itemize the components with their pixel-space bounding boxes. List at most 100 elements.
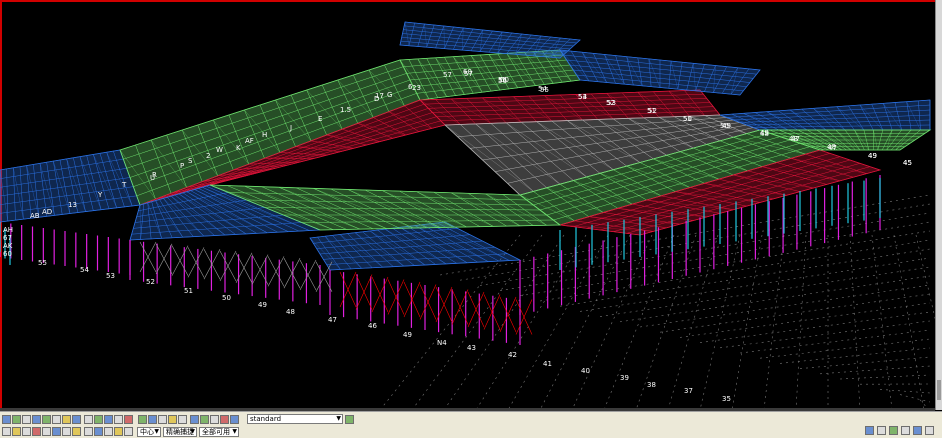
snap-int-icon[interactable] — [32, 427, 41, 436]
measure-icon[interactable] — [84, 415, 93, 424]
phase-icon[interactable] — [230, 415, 239, 424]
clip-icon[interactable] — [104, 415, 113, 424]
grid-label-front: 50 — [222, 294, 231, 302]
grid-label-front: 38 — [647, 381, 656, 389]
snap-mode-select[interactable]: 中心 ▼ — [137, 427, 161, 437]
chevron-down-icon[interactable]: ▼ — [336, 415, 341, 423]
work-plane-icon[interactable] — [94, 415, 103, 424]
selection-filter-value: 全部可用 — [202, 428, 230, 436]
grid-label-roof: 55 — [498, 76, 507, 84]
grid-label-front: 42 — [508, 351, 517, 359]
snap-mid-icon[interactable] — [12, 427, 21, 436]
chevron-down-icon[interactable]: ▼ — [154, 428, 159, 436]
drawing-icon[interactable] — [178, 415, 187, 424]
grid-label-roof: 48 — [827, 143, 836, 151]
grid-label-roof: 52 — [606, 99, 615, 107]
grid-label-front: 35 — [722, 395, 731, 403]
grid-label-roof: 13 — [68, 201, 77, 209]
grid-label-roof: T — [121, 181, 127, 189]
report-icon[interactable] — [190, 415, 199, 424]
copy-icon[interactable] — [22, 415, 31, 424]
snap-point-icon[interactable] — [114, 427, 123, 436]
snap-geom-icon[interactable] — [104, 427, 113, 436]
weld-icon[interactable] — [158, 415, 167, 424]
snap-line-icon[interactable] — [52, 427, 61, 436]
chevron-down-icon[interactable]: ▼ — [190, 428, 195, 436]
chevron-down-icon[interactable]: ▼ — [232, 428, 237, 436]
grid-label-roof: 53 — [578, 93, 587, 101]
grid-label-roof: 49 — [722, 122, 731, 130]
grid-label-roof: G — [387, 91, 392, 99]
grid-label-roof: 54 — [538, 85, 547, 93]
component-icon[interactable] — [138, 415, 147, 424]
view-select[interactable]: standard ▼ — [247, 414, 343, 424]
snap-center-icon[interactable] — [22, 427, 31, 436]
snap-ext-icon[interactable] — [124, 427, 133, 436]
snap-precision-select[interactable]: 精确捕捉 ▼ — [163, 427, 197, 437]
grid-label-front: 53 — [106, 272, 115, 280]
pick-icon[interactable] — [913, 426, 922, 435]
numbering-icon[interactable] — [200, 415, 209, 424]
grid-label-front: 49 — [258, 301, 267, 309]
grid-label-front: 47 — [328, 316, 337, 324]
grid-label-left: AK — [3, 242, 13, 250]
scroll-thumb[interactable] — [937, 380, 941, 400]
grid-label-roof: 47 — [791, 135, 800, 143]
snap-perp-icon[interactable] — [42, 427, 51, 436]
bolt-icon[interactable] — [168, 415, 177, 424]
grid-label-front: 52 — [146, 278, 155, 286]
apply-icon[interactable] — [345, 415, 354, 424]
select-icon[interactable] — [2, 415, 11, 424]
grid-icon[interactable] — [52, 415, 61, 424]
check-icon[interactable] — [210, 415, 219, 424]
settings-icon[interactable] — [925, 426, 934, 435]
grid-label-front: 46 — [368, 322, 377, 330]
frame-top-border — [0, 0, 935, 2]
fit-icon[interactable] — [901, 426, 910, 435]
delete-icon[interactable] — [124, 415, 133, 424]
snap-grid-icon[interactable] — [84, 427, 93, 436]
grid-label-roof: S — [188, 157, 193, 165]
grid-label-roof: 51 — [647, 107, 656, 115]
grid-label-left: AH — [3, 226, 13, 234]
snap-near-icon[interactable] — [62, 427, 71, 436]
structure-3d-view[interactable]: AH67AK605554535251504948474649N443424140… — [0, 0, 935, 410]
snap-mode-value: 中心 — [140, 428, 154, 436]
model-viewport[interactable]: AH 67 AK 60 55 54 53 52 51 50 49 48 47 46 49 N4 43 42 41 40… — [0, 0, 942, 410]
grid-label-left: 67 — [3, 234, 12, 242]
vertical-scrollbar[interactable] — [935, 0, 942, 410]
selection-filter-select[interactable]: 全部可用 ▼ — [199, 427, 239, 437]
grid-label-roof: 48 — [760, 130, 769, 138]
grid-label-front: N4 — [437, 339, 447, 347]
snap-end-icon[interactable] — [2, 427, 11, 436]
filter-icon[interactable] — [72, 415, 81, 424]
grid-label-roof: K — [236, 144, 241, 152]
snap-icon[interactable] — [42, 415, 51, 424]
view-select-value: standard — [250, 415, 282, 423]
grid-label-roof: 45 — [903, 159, 912, 167]
part-icon[interactable] — [148, 415, 157, 424]
grid-label-roof: 17 — [375, 92, 384, 100]
grid-label-front: 54 — [80, 266, 89, 274]
move-icon[interactable] — [12, 415, 21, 424]
grid-label-roof: 1.5 — [340, 106, 351, 114]
grid-label-roof: 60 — [463, 68, 472, 76]
grid-label-roof: E — [318, 115, 322, 123]
grid-label-front: 49 — [403, 331, 412, 339]
grid-label-roof: 49 — [868, 152, 877, 160]
pan-icon[interactable] — [877, 426, 886, 435]
grid-label-roof: W — [216, 146, 223, 154]
grid-label-front: 40 — [581, 367, 590, 375]
layer-icon[interactable] — [62, 415, 71, 424]
grid-label-front: 39 — [620, 374, 629, 382]
clash-icon[interactable] — [220, 415, 229, 424]
rotate-icon[interactable] — [889, 426, 898, 435]
view-icon[interactable] — [32, 415, 41, 424]
render-icon[interactable] — [114, 415, 123, 424]
bottom-toolbar: standard ▼ 中心 ▼ 精确捕捉 ▼ 全部可用 ▼ — [0, 411, 942, 438]
grid-label-roof: AF — [245, 137, 254, 145]
zoom-icon[interactable] — [865, 426, 874, 435]
snap-ref-icon[interactable] — [94, 427, 103, 436]
grid-label-roof: Y — [97, 191, 103, 199]
snap-free-icon[interactable] — [72, 427, 81, 436]
